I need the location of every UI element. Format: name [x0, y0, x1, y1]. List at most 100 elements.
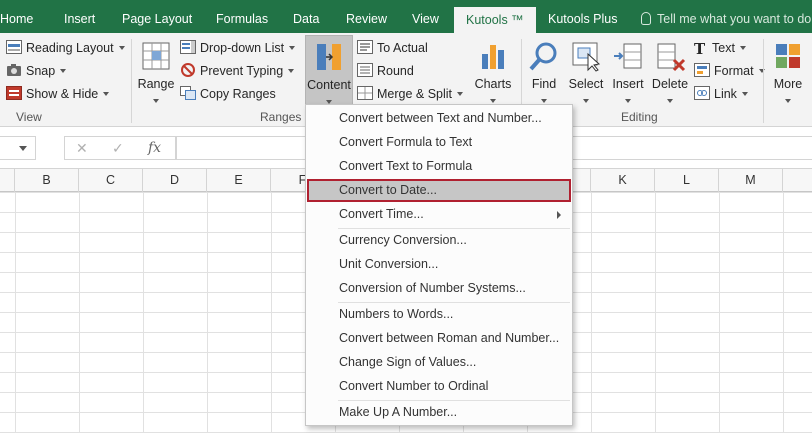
chevron-down-icon — [118, 46, 125, 50]
tell-me-box[interactable]: Tell me what you want to do... — [641, 0, 812, 33]
copy-ranges-icon — [180, 86, 196, 100]
charts-label: Charts — [474, 77, 512, 91]
tab-data[interactable]: Data — [293, 0, 319, 33]
column-header-l[interactable]: L — [655, 169, 719, 192]
more-label: More — [773, 77, 803, 91]
column-header-e[interactable]: E — [207, 169, 271, 192]
text-button[interactable]: T Text — [694, 38, 746, 58]
chevron-down-icon — [60, 69, 67, 73]
row-header-corner[interactable] — [0, 169, 15, 192]
range-button[interactable]: Range — [136, 40, 176, 103]
charts-button[interactable]: Charts — [472, 40, 514, 103]
menu-item-make-up-number[interactable]: Make Up A Number... — [307, 401, 571, 424]
reading-layout-button[interactable]: Reading Layout — [6, 38, 125, 58]
column-header-c[interactable]: C — [79, 169, 143, 192]
select-label: Select — [568, 77, 604, 91]
merge-split-label: Merge & Split — [377, 87, 453, 101]
name-box[interactable] — [0, 136, 36, 160]
delete-button[interactable]: Delete — [650, 40, 690, 103]
magnifier-icon — [528, 40, 560, 72]
format-button[interactable]: Format — [694, 61, 765, 81]
text-icon: T — [694, 40, 706, 58]
view-group-label: View — [16, 110, 42, 124]
grid-line — [719, 192, 720, 433]
copy-ranges-label: Copy Ranges — [200, 87, 276, 101]
dropdown-list-label: Drop-down List — [200, 41, 285, 55]
content-label: Content — [307, 78, 351, 92]
insert-rows-icon — [612, 40, 644, 72]
group-divider — [131, 39, 132, 123]
link-button[interactable]: Link — [694, 84, 748, 104]
chevron-down-icon — [490, 99, 496, 103]
tab-view[interactable]: View — [412, 0, 439, 33]
find-button[interactable]: Find — [525, 40, 563, 103]
ribbon-tab-bar: Home Insert Page Layout Formulas Data Re… — [0, 0, 812, 33]
enter-check-icon[interactable]: ✓ — [112, 140, 124, 157]
merge-split-button[interactable]: Merge & Split — [357, 84, 464, 104]
tell-me-text: Tell me what you want to do... — [657, 12, 812, 26]
more-icon — [772, 40, 804, 72]
grid-line — [655, 192, 656, 433]
round-label: Round — [377, 64, 414, 78]
snap-button[interactable]: Snap — [6, 61, 67, 81]
chevron-down-icon — [785, 99, 791, 103]
column-header-m[interactable]: M — [719, 169, 783, 192]
show-hide-button[interactable]: Show & Hide — [6, 84, 110, 104]
round-button[interactable]: Round — [357, 61, 414, 81]
tab-kutools-plus[interactable]: Kutools Plus — [548, 0, 617, 33]
insert-function-icon[interactable]: fx — [148, 140, 161, 156]
tab-review[interactable]: Review — [346, 0, 387, 33]
column-header-b[interactable]: B — [15, 169, 79, 192]
copy-ranges-button[interactable]: Copy Ranges — [180, 84, 276, 104]
grid-line — [591, 192, 592, 433]
editing-group-label: Editing — [621, 110, 658, 124]
grid-line — [143, 192, 144, 433]
delete-x-icon — [654, 40, 686, 72]
tab-page-layout[interactable]: Page Layout — [122, 0, 192, 33]
menu-item-roman-number[interactable]: Convert between Roman and Number... — [307, 327, 571, 350]
link-icon — [694, 86, 710, 100]
content-button[interactable]: Content — [305, 35, 353, 105]
tab-kutools[interactable]: Kutools ™ — [454, 7, 536, 33]
select-button[interactable]: Select — [566, 40, 606, 103]
cancel-icon[interactable]: ✕ — [76, 140, 88, 157]
menu-item-numbers-to-words[interactable]: Numbers to Words... — [307, 303, 571, 326]
menu-item-number-systems[interactable]: Conversion of Number Systems... — [307, 277, 571, 300]
column-header-d[interactable]: D — [143, 169, 207, 192]
menu-item-convert-text-to-formula[interactable]: Convert Text to Formula — [307, 155, 571, 178]
more-button[interactable]: More — [768, 40, 808, 103]
menu-item-number-to-ordinal[interactable]: Convert Number to Ordinal — [307, 375, 571, 398]
chevron-down-icon — [625, 99, 631, 103]
menu-item-change-sign[interactable]: Change Sign of Values... — [307, 351, 571, 374]
grid-line — [79, 192, 80, 433]
prevent-typing-label: Prevent Typing — [200, 64, 284, 78]
chevron-down-icon — [19, 146, 27, 151]
delete-label: Delete — [651, 77, 689, 91]
content-dropdown-menu: Convert between Text and Number... Conve… — [305, 104, 573, 426]
column-header-k[interactable]: K — [591, 169, 655, 192]
insert-button[interactable]: Insert — [609, 40, 647, 103]
chevron-right-icon — [557, 211, 561, 219]
menu-item-currency-conversion[interactable]: Currency Conversion... — [307, 229, 571, 252]
to-actual-button[interactable]: To Actual — [357, 38, 428, 58]
range-label: Range — [137, 77, 175, 91]
reading-layout-label: Reading Layout — [26, 41, 114, 55]
menu-item-convert-time[interactable]: Convert Time... — [307, 203, 571, 226]
chevron-down-icon — [739, 46, 746, 50]
dropdown-list-button[interactable]: Drop-down List — [180, 38, 296, 58]
column-header-n[interactable] — [783, 169, 812, 192]
chevron-down-icon — [541, 99, 547, 103]
tab-insert[interactable]: Insert — [64, 0, 95, 33]
tab-formulas[interactable]: Formulas — [216, 0, 268, 33]
to-actual-icon — [357, 40, 373, 54]
menu-item-unit-conversion[interactable]: Unit Conversion... — [307, 253, 571, 276]
menu-item-convert-formula-to-text[interactable]: Convert Formula to Text — [307, 131, 571, 154]
range-icon — [140, 40, 172, 72]
menu-item-convert-to-date[interactable]: Convert to Date... — [307, 179, 571, 202]
tab-home[interactable]: Home — [0, 0, 33, 33]
lightbulb-icon — [641, 12, 651, 25]
menu-item-convert-text-number[interactable]: Convert between Text and Number... — [307, 107, 571, 130]
grid-line — [271, 192, 272, 433]
chevron-down-icon — [667, 99, 673, 103]
prevent-typing-button[interactable]: Prevent Typing — [180, 61, 295, 81]
